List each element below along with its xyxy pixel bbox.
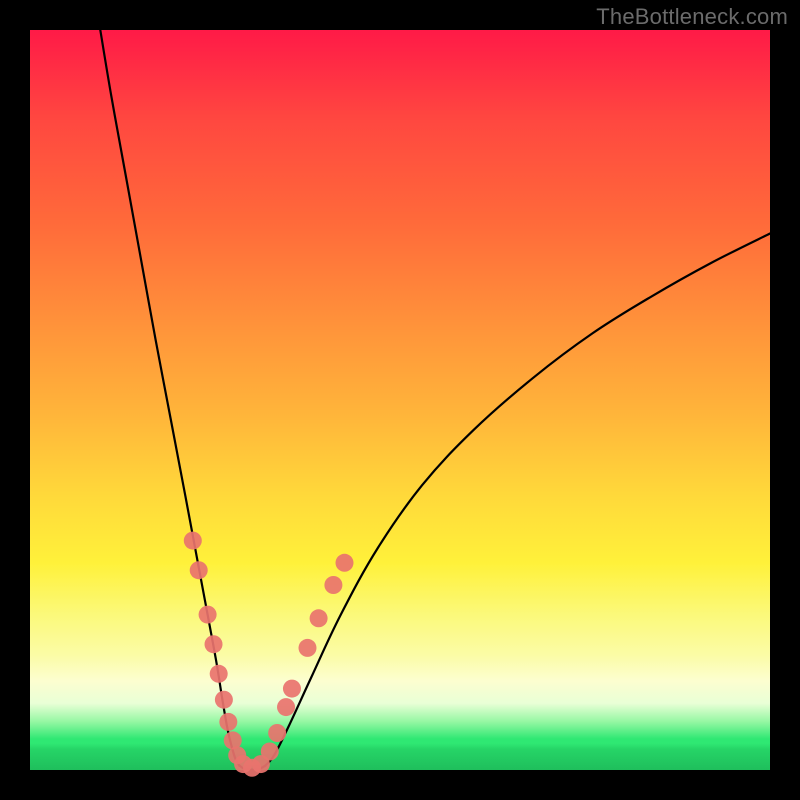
scatter-dot	[299, 639, 317, 657]
scatter-dot	[283, 680, 301, 698]
scatter-dot	[324, 576, 342, 594]
scatter-dot	[210, 665, 228, 683]
scatter-dot	[336, 554, 354, 572]
scatter-dot	[215, 691, 233, 709]
scatter-dot	[268, 724, 286, 742]
scatter-dot	[261, 743, 279, 761]
scatter-dot	[310, 609, 328, 627]
scatter-dot	[184, 532, 202, 550]
bottleneck-curve	[100, 30, 770, 770]
scatter-dots	[184, 532, 354, 777]
plot-area	[30, 30, 770, 770]
watermark-text: TheBottleneck.com	[596, 4, 788, 30]
scatter-dot	[190, 561, 208, 579]
scatter-dot	[205, 635, 223, 653]
curve-layer	[30, 30, 770, 770]
scatter-dot	[199, 606, 217, 624]
scatter-dot	[219, 713, 237, 731]
chart-frame: TheBottleneck.com	[0, 0, 800, 800]
scatter-dot	[277, 698, 295, 716]
